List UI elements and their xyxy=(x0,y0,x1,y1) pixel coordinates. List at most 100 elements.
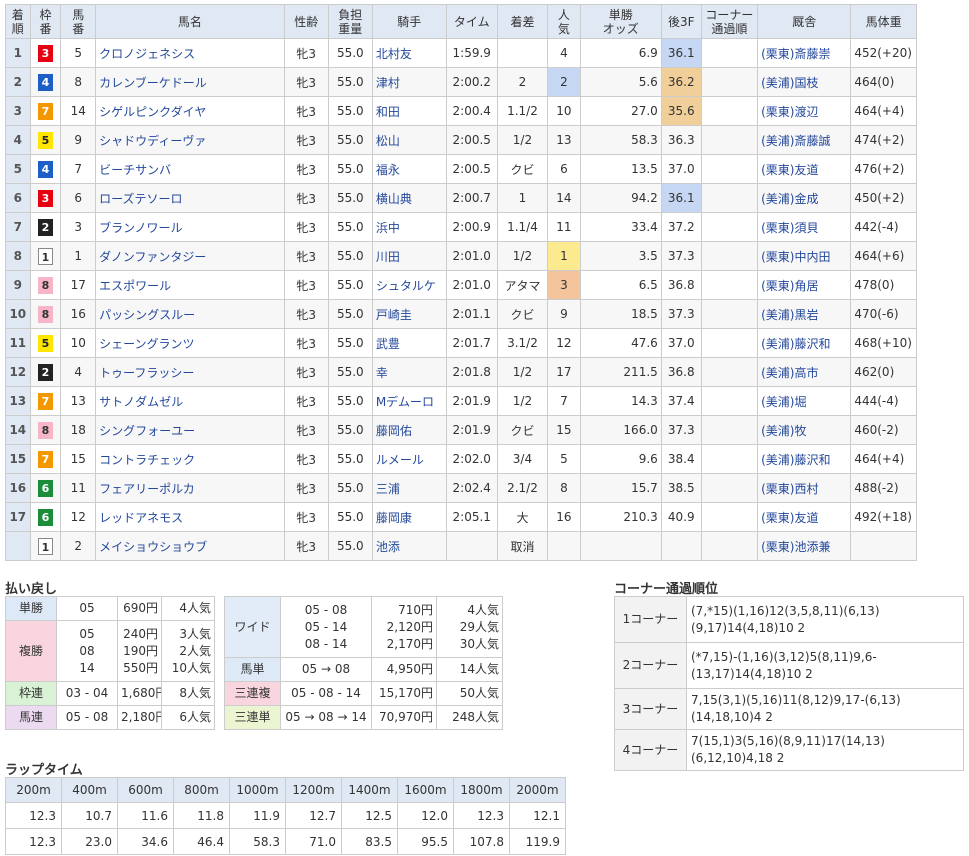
horse-name-link[interactable]: レッドアネモス xyxy=(99,511,183,525)
results-header-cell: 着差 xyxy=(496,4,549,39)
body-weight-cell: 474(+2) xyxy=(850,125,917,155)
results-header-cell: 後3F xyxy=(660,4,702,39)
trainer-link[interactable]: (美浦)黒岩 xyxy=(761,308,818,322)
horse-name-link[interactable]: エスポワール xyxy=(99,279,171,293)
horse-number-cell: 17 xyxy=(60,270,97,300)
lap-dist-cell: 1000m xyxy=(229,777,286,803)
horse-name-link[interactable]: トゥーフラッシー xyxy=(99,366,194,380)
horse-name-link[interactable]: シングフォーユー xyxy=(99,424,195,438)
trainer-link[interactable]: (美浦)国枝 xyxy=(761,76,818,90)
trainer-link[interactable]: (栗東)斎藤崇 xyxy=(761,47,830,61)
jockey-link[interactable]: 和田 xyxy=(376,105,400,119)
trainer-link[interactable]: (美浦)斎藤誠 xyxy=(761,134,830,148)
trainer-link[interactable]: (美浦)高市 xyxy=(761,366,818,380)
corner-order-cell xyxy=(700,241,759,271)
trainer-link[interactable]: (栗東)中内田 xyxy=(761,250,830,264)
sex-age-cell: 牝3 xyxy=(283,212,329,242)
horse-name-link[interactable]: メイショウショウブ xyxy=(99,540,207,554)
lap-dist-cell: 2000m xyxy=(509,777,566,803)
jockey-link[interactable]: 浜中 xyxy=(376,221,400,235)
trainer-link[interactable]: (栗東)角居 xyxy=(761,279,818,293)
trainer-link[interactable]: (栗東)友道 xyxy=(761,163,818,177)
jockey-link[interactable]: Mデムーロ xyxy=(376,395,434,409)
trainer-link[interactable]: (栗東)須貝 xyxy=(761,221,818,235)
corner-order-cell xyxy=(700,415,759,445)
jockey-link[interactable]: ルメール xyxy=(376,453,424,467)
last3f-cell xyxy=(660,531,702,561)
time-cell xyxy=(445,531,498,561)
jockey-link[interactable]: 川田 xyxy=(376,250,400,264)
jockey-link[interactable]: 福永 xyxy=(376,163,400,177)
jockey-link[interactable]: 藤岡康 xyxy=(376,511,412,525)
table-row: 7 2 3 ブランノワール 牝3 55.0 浜中 2:00.9 1.1/4 11 33.4 37.2 (… xyxy=(5,212,917,242)
horse-number-cell: 10 xyxy=(60,328,97,358)
body-weight-cell: 442(-4) xyxy=(850,212,917,242)
jockey-link[interactable]: 戸崎圭 xyxy=(376,308,412,322)
horse-name-link[interactable]: シャドウディーヴァ xyxy=(99,134,206,148)
stable-cell: (栗東)角居 xyxy=(757,270,852,300)
jockey-link[interactable]: 津村 xyxy=(376,76,400,90)
rank-cell: 11 xyxy=(5,328,31,358)
payout-nums-cell: 05 → 08 xyxy=(280,657,372,682)
rank-cell: 13 xyxy=(5,386,31,416)
time-cell: 2:00.5 xyxy=(445,125,498,155)
waku-badge: 2 xyxy=(37,218,53,236)
jockey-link[interactable]: 北村友 xyxy=(376,47,412,61)
jockey-link[interactable]: 松山 xyxy=(376,134,400,148)
corner-order: (*7,15)-(1,16)(3,12)5(8,11)9,6-(13,17)14… xyxy=(686,642,964,689)
jockey-link[interactable]: 武豊 xyxy=(376,337,400,351)
trainer-link[interactable]: (栗東)友道 xyxy=(761,511,818,525)
corner-label: 4コーナー xyxy=(614,729,687,771)
results-header-cell: 人 気 xyxy=(547,4,581,39)
trainer-link[interactable]: (栗東)渡辺 xyxy=(761,105,818,119)
rank-cell: 6 xyxy=(5,183,31,213)
horse-name-link[interactable]: ローズテソーロ xyxy=(99,192,182,206)
last3f-cell: 36.1 xyxy=(660,183,702,213)
jockey-link[interactable]: シュタルケ xyxy=(376,279,436,293)
trainer-link[interactable]: (美浦)金成 xyxy=(761,192,818,206)
odds-cell: 166.0 xyxy=(579,415,662,445)
trainer-link[interactable]: (美浦)牧 xyxy=(761,424,806,438)
jockey-link[interactable]: 横山典 xyxy=(376,192,412,206)
horse-name-link[interactable]: ブランノワール xyxy=(99,221,182,235)
weight-cell: 55.0 xyxy=(327,212,373,242)
lap-dist-cell: 1600m xyxy=(397,777,454,803)
odds-cell: 211.5 xyxy=(579,357,662,387)
lap-cum-cell: 83.5 xyxy=(341,828,398,855)
trainer-link[interactable]: (栗東)池添兼 xyxy=(761,540,830,554)
corner-order-cell xyxy=(700,328,759,358)
trainer-link[interactable]: (美浦)藤沢和 xyxy=(761,453,830,467)
horse-name-link[interactable]: シェーングランツ xyxy=(99,337,194,351)
horse-name-link[interactable]: カレンブーケドール xyxy=(99,76,207,90)
jockey-link[interactable]: 幸 xyxy=(376,366,388,380)
body-weight-cell: 470(-6) xyxy=(850,299,917,329)
horse-name-link[interactable]: ビーチサンバ xyxy=(99,163,171,177)
time-cell: 2:00.2 xyxy=(445,67,498,97)
horse-name-link[interactable]: ダノンファンタジー xyxy=(99,250,206,264)
horse-name-link[interactable]: シゲルピンクダイヤ xyxy=(99,105,206,119)
horse-number-cell: 16 xyxy=(60,299,97,329)
weight-cell: 55.0 xyxy=(327,96,373,126)
horse-name-link[interactable]: コントラチェック xyxy=(99,453,195,467)
jockey-link[interactable]: 池添 xyxy=(376,540,400,554)
popularity-cell: 1 xyxy=(547,241,581,271)
corner-order-cell xyxy=(700,183,759,213)
horse-name-link[interactable]: サトノダムゼル xyxy=(99,395,183,409)
payout-nums-value: 05 → 08 → 14 xyxy=(285,710,367,724)
horse-name-link[interactable]: クロノジェネシス xyxy=(99,47,195,61)
weight-cell: 55.0 xyxy=(327,67,373,97)
payout-yen-value: 15,170円 xyxy=(379,686,433,700)
jockey-link[interactable]: 三浦 xyxy=(376,482,400,496)
trainer-link[interactable]: (栗東)西村 xyxy=(761,482,818,496)
payout-nums-value: 05 xyxy=(79,626,95,641)
horse-name-link[interactable]: フェアリーポルカ xyxy=(99,482,195,496)
horse-number-cell: 5 xyxy=(60,38,97,68)
jockey-link[interactable]: 藤岡佑 xyxy=(376,424,412,438)
payout-nums-value: 05 - 08 - 14 xyxy=(291,686,361,700)
margin-cell: クビ xyxy=(496,299,549,329)
trainer-link[interactable]: (美浦)藤沢和 xyxy=(761,337,830,351)
trainer-link[interactable]: (美浦)堀 xyxy=(761,395,806,409)
odds-cell: 94.2 xyxy=(579,183,662,213)
horse-name-link[interactable]: パッシングスルー xyxy=(99,308,195,322)
payout-nums-value: 05 → 08 xyxy=(301,662,351,676)
